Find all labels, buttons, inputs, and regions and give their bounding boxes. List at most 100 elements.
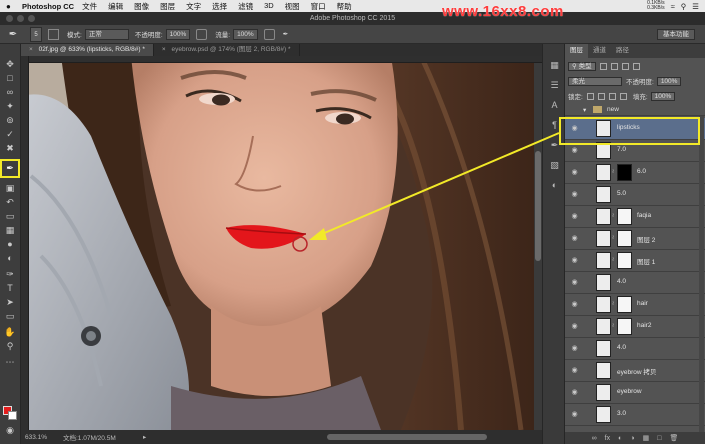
tab-channels[interactable]: 通道 <box>588 44 611 58</box>
layer-row[interactable]: ◉ ≀ 图层 2 <box>565 228 705 250</box>
dodge-tool-icon[interactable]: ◐ <box>3 252 17 265</box>
brush-size-picker[interactable]: 5 <box>30 26 42 42</box>
filter-adjust-icon[interactable] <box>610 62 618 70</box>
layer-row[interactable]: ◉ 3.0 <box>565 404 705 426</box>
brush-panel-toggle[interactable] <box>48 28 59 40</box>
menu-item[interactable]: 文字 <box>186 1 201 12</box>
filter-type-icon[interactable] <box>621 62 629 70</box>
add-mask-icon[interactable]: ◐ <box>618 435 622 442</box>
eyedropper-tool-icon[interactable]: ✓ <box>3 128 17 141</box>
mask-link-icon[interactable]: ≀ <box>612 300 614 307</box>
tab-document-2[interactable]: × eyebrow.psd @ 174% (图层 2, RGB/8#) * <box>154 44 300 56</box>
workspace-select[interactable]: 基本功能 <box>657 28 695 40</box>
lock-pixels-icon[interactable] <box>586 92 594 100</box>
visibility-eye-icon[interactable]: ◉ <box>570 322 579 331</box>
lock-move-icon[interactable] <box>608 92 616 100</box>
visibility-eye-icon[interactable]: ◉ <box>570 212 579 221</box>
mask-link-icon[interactable]: ≀ <box>612 234 614 241</box>
visibility-eye-icon[interactable]: ◉ <box>570 190 579 199</box>
apple-icon[interactable]: ● <box>6 2 16 11</box>
layer-mask-thumbnail[interactable] <box>617 208 632 225</box>
fx-icon[interactable]: fx <box>605 435 610 442</box>
layer-row[interactable]: ◉ 5.0 <box>565 184 705 206</box>
layer-row[interactable]: ◉ eyebrow 拷贝 <box>565 360 705 382</box>
wifi-icon[interactable]: ≈ <box>671 2 675 11</box>
horizontal-ruler[interactable] <box>21 56 542 63</box>
delete-layer-icon[interactable]: 🗑 <box>669 434 678 442</box>
menu-list-icon[interactable]: ☰ <box>692 2 699 11</box>
layer-row[interactable]: ◉ ≀ 图层 1 <box>565 250 705 272</box>
brush-presets-icon[interactable]: ▧ <box>549 160 560 171</box>
menu-item[interactable]: 帮助 <box>337 1 352 12</box>
layer-row[interactable]: ◉ ≀ faqia <box>565 206 705 228</box>
eraser-tool-icon[interactable]: ▭ <box>3 210 17 223</box>
new-layer-icon[interactable]: □ <box>657 435 661 442</box>
blend-mode-select[interactable]: 柔光 <box>568 76 622 86</box>
blur-tool-icon[interactable]: ● <box>3 238 17 251</box>
rectangle-tool-icon[interactable]: ▭ <box>3 310 17 323</box>
mask-link-icon[interactable]: ≀ <box>612 212 614 219</box>
mask-link-icon[interactable]: ≀ <box>612 322 614 329</box>
more-tools-icon[interactable]: ⋯ <box>3 356 17 369</box>
visibility-eye-icon[interactable]: ◉ <box>570 278 579 287</box>
zoom-level[interactable]: 633.1% <box>21 434 63 441</box>
layer-row[interactable]: ◉ ≀ 6.0 <box>565 162 705 184</box>
canvas-vertical-scrollbar[interactable] <box>534 63 542 430</box>
visibility-eye-icon[interactable]: ◉ <box>570 366 579 375</box>
hand-tool-icon[interactable]: ✋ <box>3 326 17 339</box>
menu-item[interactable]: 选择 <box>212 1 227 12</box>
brush-tool-icon[interactable]: ✒ <box>0 159 20 178</box>
healing-tool-icon[interactable]: ✖ <box>3 142 17 155</box>
document-canvas[interactable] <box>21 56 542 430</box>
mask-link-icon[interactable]: ≀ <box>612 168 614 175</box>
visibility-eye-icon[interactable]: ◉ <box>570 234 579 243</box>
visibility-eye-icon[interactable]: ◉ <box>570 168 579 177</box>
lock-all-icon[interactable] <box>619 92 627 100</box>
lock-paint-icon[interactable] <box>597 92 605 100</box>
tab-layers[interactable]: 图层 <box>565 44 588 58</box>
clone-stamp-tool-icon[interactable]: ▣ <box>3 182 17 195</box>
layer-row[interactable]: ◉ 4.0 <box>565 272 705 294</box>
menu-item[interactable]: 图像 <box>134 1 149 12</box>
pressure-opacity-toggle[interactable] <box>196 28 208 40</box>
crop-tool-icon[interactable]: ⊚ <box>3 114 17 127</box>
minimize-button[interactable] <box>17 15 24 22</box>
link-layers-icon[interactable]: ∞ <box>592 435 597 442</box>
search-icon[interactable]: ⚲ <box>681 2 687 11</box>
type-tool-icon[interactable]: T <box>3 282 17 295</box>
layer-row[interactable]: ◉ ≀ hair2 <box>565 316 705 338</box>
layers-scrollbar[interactable] <box>699 116 704 434</box>
mode-select[interactable]: 正常 <box>84 28 129 40</box>
quick-select-tool-icon[interactable]: ✦ <box>3 100 17 113</box>
new-group-icon[interactable]: ▦ <box>643 434 650 442</box>
layer-mask-thumbnail[interactable] <box>617 296 632 313</box>
gradient-tool-icon[interactable]: ▦ <box>3 224 17 237</box>
fill-input[interactable]: 100% <box>650 91 676 101</box>
visibility-eye-icon[interactable]: ◉ <box>570 388 579 397</box>
close-tab-icon[interactable]: × <box>29 46 33 53</box>
menu-item[interactable]: 图层 <box>160 1 175 12</box>
filter-pixel-icon[interactable] <box>599 62 607 70</box>
canvas-horizontal-scrollbar[interactable] <box>327 434 487 440</box>
quick-mask-icon[interactable]: ◉ <box>3 424 17 437</box>
visibility-eye-icon[interactable]: ◉ <box>570 256 579 265</box>
airbrush-toggle[interactable] <box>263 28 275 40</box>
filter-shape-icon[interactable] <box>632 62 640 70</box>
menu-item[interactable]: 视图 <box>285 1 300 12</box>
layer-row[interactable]: ◉ ≀ hair <box>565 294 705 316</box>
move-tool-icon[interactable]: ✥ <box>3 58 17 71</box>
layer-row[interactable]: ◉ 4.0 <box>565 338 705 360</box>
zoom-button[interactable] <box>28 15 35 22</box>
background-color-swatch[interactable] <box>8 411 17 420</box>
visibility-eye-icon[interactable]: ◉ <box>570 410 579 419</box>
visibility-eye-icon[interactable]: ◉ <box>570 300 579 309</box>
vertical-ruler[interactable] <box>21 56 29 430</box>
pen-tool-icon[interactable]: ✑ <box>3 268 17 281</box>
document-size[interactable]: 文档:1.07M/20.5M <box>63 432 143 442</box>
menu-item[interactable]: 编辑 <box>108 1 123 12</box>
lasso-tool-icon[interactable]: ∞ <box>3 86 17 99</box>
character-icon[interactable]: A <box>549 100 560 111</box>
adjustment-layer-icon[interactable]: ◑ <box>630 435 634 442</box>
layer-mask-thumbnail[interactable] <box>617 252 632 269</box>
layer-mask-thumbnail[interactable] <box>617 230 632 247</box>
